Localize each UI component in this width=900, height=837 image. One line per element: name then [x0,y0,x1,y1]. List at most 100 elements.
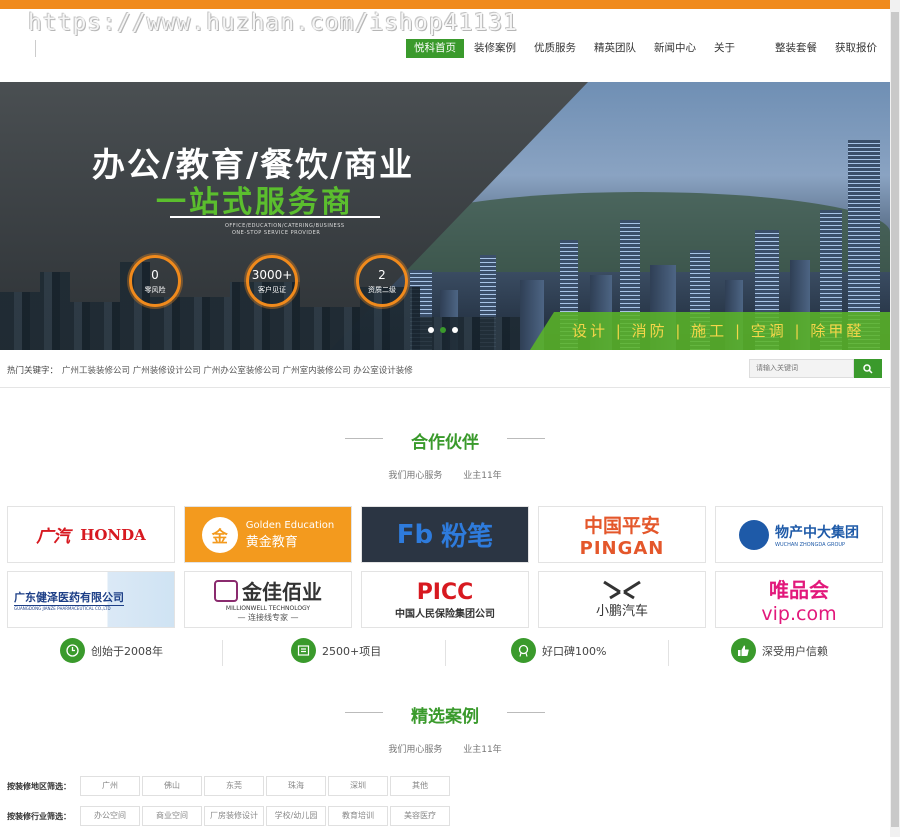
nav-home[interactable]: 悦科首页 [406,39,464,58]
feature-trust: 深受用户信赖 [731,638,828,663]
industry-filter-label: 按装修行业筛选： [7,811,71,821]
medal-icon [511,638,536,663]
region-filter: 按装修地区筛选： 广州 佛山 东莞 珠海 深圳 其他 [7,776,452,796]
logo-text-a: 唯品会 [769,578,829,602]
logo-text-c: — 连接线专家 — [237,613,299,622]
logo-text-a: 物产中大集团 [775,524,859,541]
partners-sub1: 我们用心服务 [388,471,443,481]
logo-text-a: 小鹏汽车 [595,604,648,619]
search-icon [863,363,873,374]
partners-title: 合作伙伴 [411,433,479,453]
logo-jianze[interactable]: 广东健泽医药有限公司 GUANGDONG JIANZE PHARMACEUTIC… [7,571,175,628]
region-option[interactable]: 佛山 [142,776,202,796]
main-nav: 悦科首页 装修案例 优质服务 精英团队 新闻中心 关于 整装套餐 获取报价 [406,39,887,58]
partner-logos: 广汽 HONDA 金 Golden Education 黄金教育 Fb 粉笔 中… [7,506,883,628]
logo-text-b: HONDA [80,525,146,544]
stat-number: 0 [151,268,159,282]
industry-option[interactable]: 教育培训 [328,806,388,826]
logo-text-b: GUANGDONG JIANZE PHARMACEUTICAL CO.,LTD [14,605,111,611]
wuchan-emblem [739,519,769,550]
banner-en-line2: ONE-STOP SERVICE PROVIDER [232,230,321,236]
logo-pingan[interactable]: 中国平安 PINGAN [538,506,706,563]
xpeng-logo-icon [603,580,641,600]
millionwell-emblem [214,579,238,602]
stat-label: 资质二级 [368,286,396,294]
logo-text-b: 黄金教育 [245,534,298,550]
nav-services[interactable]: 优质服务 [526,39,584,58]
logo-vipshop[interactable]: 唯品会 vip.com [715,571,883,628]
feature-projects: 2500+项目 [291,638,381,663]
logo-gac-honda[interactable]: 广汽 HONDA [7,506,175,563]
logo-text-b: 中国人民保险集团公司 [395,608,495,620]
logo-text-a: 中国平安 [583,514,660,537]
keyword-label: 热门关键字： [7,366,59,376]
feature-text: 2500+项目 [322,644,382,658]
golden-education-emblem: 金 [201,516,238,553]
top-accent-bar [0,0,900,9]
industry-option[interactable]: 厂房装修设计 [204,806,264,826]
feature-text: 创始于2008年 [91,644,163,658]
nav-about[interactable]: 关于 [706,39,743,58]
logo-text-b: MILLIONWELL TECHNOLOGY [225,605,311,612]
nav-news[interactable]: 新闻中心 [646,39,704,58]
search-button[interactable] [854,359,882,378]
nav-packages[interactable]: 整装套餐 [767,39,825,58]
industry-option[interactable]: 办公空间 [80,806,140,826]
cases-sub1: 我们用心服务 [388,745,443,755]
title-line-right [507,438,545,439]
feature-text: 好口碑100% [542,644,607,658]
carousel-dot-active[interactable] [440,327,446,333]
clock-icon [60,638,85,663]
region-option[interactable]: 东莞 [204,776,264,796]
feature-reputation: 好口碑100% [511,638,606,663]
feature-divider [668,640,669,666]
title-line-right [507,712,545,713]
logo-fenbi[interactable]: Fb 粉笔 [361,506,529,563]
scrollbar-thumb[interactable] [891,12,899,827]
banner-en-line1: OFFICE/EDUCATION/CATERING/BUSINESS [225,223,345,229]
keyword-bar: 热门关键字： 广州工装装修公司 广州装修设计公司 广州办公室装修公司 广州室内装… [0,350,890,388]
partners-subtitle: 我们用心服务 业主11年 [0,468,890,481]
watermark: https://www.huzhan.com/ishop41131 [28,10,518,36]
partners-sub2: 业主11年 [463,471,502,481]
logo-millionwell[interactable]: 金佳佰业 MILLIONWELL TECHNOLOGY — 连接线专家 — [184,571,352,628]
feature-divider [445,640,446,666]
logo-golden-education[interactable]: 金 Golden Education 黄金教育 [184,506,352,563]
banner-subtitle: 一站式服务商 [156,185,354,220]
carousel-dot[interactable] [452,327,458,333]
search-input[interactable] [749,359,854,378]
logo-text-a: 广汽 [36,527,71,547]
logo-picc[interactable]: PICC 中国人民保险集团公司 [361,571,529,628]
stat-number: 2 [378,268,386,282]
stat-label: 零风险 [144,286,166,294]
cases-title: 精选案例 [411,707,479,727]
region-option[interactable]: 广州 [80,776,140,796]
hero-banner[interactable]: 办公/教育/餐饮/商业 一站式服务商 OFFICE/EDUCATION/CATE… [0,82,890,350]
nav-team[interactable]: 精英团队 [586,39,644,58]
nav-quote[interactable]: 获取报价 [827,39,885,58]
thumbs-up-icon [731,638,756,663]
region-option[interactable]: 珠海 [266,776,326,796]
industry-option[interactable]: 商业空间 [142,806,202,826]
logo-text-b: WUCHAN ZHONGDA GROUP [775,541,846,548]
logo-divider [35,40,36,57]
industry-option[interactable]: 学校/幼儿园 [266,806,326,826]
industry-option[interactable]: 美容医疗 [390,806,450,826]
region-option[interactable]: 深圳 [328,776,388,796]
logo-text-b: 粉笔 [441,522,494,552]
feature-text: 深受用户信赖 [762,644,828,658]
region-option[interactable]: 其他 [390,776,450,796]
region-filter-label: 按装修地区筛选： [7,781,71,791]
logo-text-b: vip.com [761,603,837,625]
logo-text-b: PINGAN [579,537,665,559]
services-strip-text: 设计 | 消防 | 施工 | 空调 | 除甲醛 [572,322,865,340]
stat-zero-risk: 0 零风险 [129,255,181,307]
logo-wuchan-zhongda[interactable]: 物产中大集团 WUCHAN ZHONGDA GROUP [715,506,883,563]
carousel-dot[interactable] [428,327,434,333]
keyword-links[interactable]: 广州工装装修公司 广州装修设计公司 广州办公室装修公司 广州室内装修公司 办公室… [62,364,413,376]
list-icon [291,638,316,663]
stat-label: 客户见证 [258,286,286,294]
cases-subtitle: 我们用心服务 业主11年 [0,742,890,755]
nav-cases[interactable]: 装修案例 [466,39,524,58]
logo-xpeng[interactable]: 小鹏汽车 [538,571,706,628]
